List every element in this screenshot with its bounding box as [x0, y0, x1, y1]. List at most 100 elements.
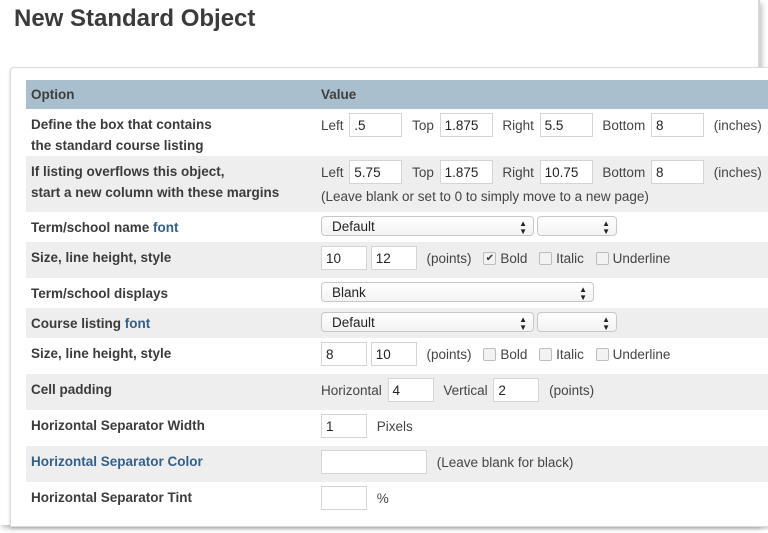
- page: New Standard Object Option Value Define …: [0, 0, 768, 527]
- label-text: Horizontal Separator Tint: [31, 490, 193, 505]
- course-font-select[interactable]: Default ▲ ▼: [321, 312, 534, 332]
- vertical-label: Vertical: [443, 382, 488, 398]
- unit-label: (inches): [713, 164, 762, 180]
- term-displays-select[interactable]: Blank ▲ ▼: [321, 282, 594, 302]
- label-text: Size, line height, style: [31, 346, 172, 361]
- table-row-separator-tint: Horizontal Separator Tint %: [26, 482, 768, 518]
- overflow-bottom-input[interactable]: 8: [650, 160, 704, 184]
- table-row-box: Define the box that contains the standar…: [26, 109, 768, 156]
- box-left-input[interactable]: .5: [349, 113, 403, 137]
- italic-label: Italic: [556, 250, 584, 266]
- overflow-right-input[interactable]: 10.75: [539, 160, 593, 184]
- box-right-input[interactable]: 5.5: [539, 113, 593, 137]
- options-table: Option Value Define the box that contain…: [26, 80, 768, 518]
- label-text: Term/school name: [31, 220, 154, 235]
- row-value: Left 5.75 Top 1.875 Right 10.75 Bottom 8…: [316, 156, 768, 212]
- unit-label: %: [376, 490, 389, 506]
- row-value: 1 Pixels: [316, 410, 768, 446]
- row-label: Size, line height, style: [26, 242, 316, 278]
- course-size-input[interactable]: 8: [321, 342, 367, 366]
- row-value: Default ▲ ▼ ▲ ▼: [316, 308, 768, 338]
- separator-color-link[interactable]: Horizontal Separator Color: [31, 454, 203, 469]
- box-top-input[interactable]: 1.875: [439, 113, 493, 137]
- table-row-term-font: Term/school name font Default ▲ ▼ ▲ ▼: [26, 212, 768, 242]
- checkmark-icon: ✔: [485, 252, 494, 264]
- table-row-term-size: Size, line height, style 10 12 (points) …: [26, 242, 768, 278]
- label-text: Size, line height, style: [31, 250, 172, 265]
- unit-label: Pixels: [376, 418, 413, 434]
- label-text: Cell padding: [31, 382, 112, 397]
- table-row-cell-padding: Cell padding Horizontal 4 Vertical 2 (po…: [26, 374, 768, 410]
- row-label: Cell padding: [26, 374, 316, 410]
- unit-label: (points): [426, 250, 472, 266]
- course-font-link[interactable]: font: [125, 316, 150, 331]
- label-line: Define the box that contains: [31, 117, 212, 132]
- term-font-link[interactable]: font: [153, 220, 178, 235]
- underline-label: Underline: [612, 250, 671, 266]
- unit-label: (points): [549, 382, 595, 398]
- row-label: Term/school displays: [26, 278, 316, 308]
- row-value: Left .5 Top 1.875 Right 5.5 Bottom 8 (in…: [316, 109, 768, 156]
- up-down-arrows-icon: ▲ ▼: [519, 219, 527, 236]
- up-down-arrows-icon: ▲ ▼: [602, 219, 610, 236]
- row-label: If listing overflows this object, start …: [26, 156, 316, 212]
- label-text: Course listing: [31, 316, 125, 331]
- bold-label: Bold: [500, 250, 528, 266]
- table-row-separator-width: Horizontal Separator Width 1 Pixels: [26, 410, 768, 446]
- row-label: Course listing font: [26, 308, 316, 338]
- top-label: Top: [412, 117, 434, 133]
- term-line-height-input[interactable]: 12: [370, 246, 417, 270]
- course-italic-checkbox[interactable]: [539, 347, 553, 361]
- row-label: Define the box that contains the standar…: [26, 109, 316, 156]
- row-label: Size, line height, style: [26, 338, 316, 374]
- course-bold-checkbox[interactable]: [483, 347, 497, 361]
- padding-vertical-input[interactable]: 2: [493, 378, 540, 402]
- row-label: Term/school name font: [26, 212, 316, 242]
- header-option: Option: [26, 80, 316, 109]
- right-label: Right: [502, 117, 534, 133]
- box-bottom-input[interactable]: 8: [650, 113, 704, 137]
- header-value: Value: [316, 80, 768, 109]
- separator-tint-input[interactable]: [321, 486, 367, 510]
- table-header: Option Value: [26, 80, 768, 109]
- separator-color-input[interactable]: [321, 450, 427, 474]
- right-label: Right: [502, 164, 534, 180]
- left-label: Left: [321, 164, 344, 180]
- row-value: %: [316, 482, 768, 518]
- up-down-arrows-icon: ▲ ▼: [519, 315, 527, 332]
- row-value: Horizontal 4 Vertical 2 (points): [316, 374, 768, 410]
- overflow-top-input[interactable]: 1.875: [439, 160, 493, 184]
- options-panel: Option Value Define the box that contain…: [10, 67, 768, 527]
- italic-label: Italic: [556, 346, 584, 362]
- label-text: Term/school displays: [31, 286, 169, 301]
- course-style-select[interactable]: ▲ ▼: [537, 312, 617, 332]
- left-label: Left: [321, 117, 344, 133]
- overflow-left-input[interactable]: 5.75: [349, 160, 403, 184]
- term-style-select[interactable]: ▲ ▼: [537, 216, 617, 236]
- course-underline-checkbox[interactable]: [595, 347, 609, 361]
- table-row-overflow: If listing overflows this object, start …: [26, 156, 768, 212]
- row-value: 10 12 (points) ✔ Bold Italic Underline: [316, 242, 768, 278]
- select-value: Default: [332, 315, 375, 330]
- row-label: Horizontal Separator Width: [26, 410, 316, 446]
- row-label: Horizontal Separator Color: [26, 446, 316, 482]
- padding-horizontal-input[interactable]: 4: [387, 378, 434, 402]
- select-value: Default: [332, 219, 375, 234]
- label-line: start a new column with these margins: [31, 185, 280, 200]
- top-label: Top: [412, 164, 434, 180]
- select-value: Blank: [332, 285, 366, 300]
- row-label: Horizontal Separator Tint: [26, 482, 316, 518]
- separator-width-input[interactable]: 1: [321, 414, 367, 438]
- term-underline-checkbox[interactable]: [595, 251, 609, 265]
- label-line: the standard course listing: [31, 138, 204, 153]
- term-italic-checkbox[interactable]: [539, 251, 553, 265]
- table-row-course-font: Course listing font Default ▲ ▼ ▲ ▼: [26, 308, 768, 338]
- course-line-height-input[interactable]: 10: [370, 342, 417, 366]
- row-value: (Leave blank for black): [316, 446, 768, 482]
- label-text: Horizontal Separator Width: [31, 418, 205, 433]
- up-down-arrows-icon: ▲ ▼: [579, 285, 587, 302]
- term-size-input[interactable]: 10: [321, 246, 367, 270]
- table-row-term-displays: Term/school displays Blank ▲ ▼: [26, 278, 768, 308]
- term-font-select[interactable]: Default ▲ ▼: [321, 216, 534, 236]
- term-bold-checkbox[interactable]: ✔: [483, 251, 497, 265]
